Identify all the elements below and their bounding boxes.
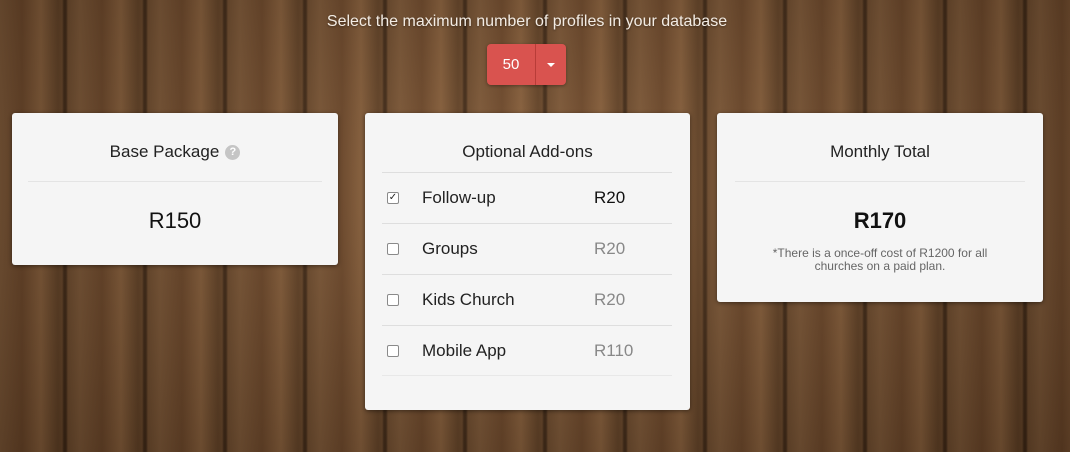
- base-package-heading: Base Package ?: [12, 142, 338, 162]
- addon-list: ✓ Follow-up R20 Groups R20 Kids Church R…: [382, 172, 672, 376]
- monthly-total-price: R170: [853, 208, 907, 233]
- once-off-cost-note: *There is a once-off cost of R1200 for a…: [772, 246, 988, 273]
- mobile-app-checkbox[interactable]: [387, 344, 399, 357]
- addon-price: R20: [594, 188, 626, 207]
- base-package-price: R150: [148, 208, 202, 233]
- profiles-prompt: Select the maximum number of profiles in…: [326, 13, 728, 30]
- addon-price: R20: [594, 239, 626, 258]
- addon-row-follow-up[interactable]: ✓ Follow-up R20: [382, 172, 672, 223]
- addon-row-mobile-app[interactable]: Mobile App R110: [382, 325, 672, 376]
- addon-price: R20: [594, 290, 626, 309]
- addon-name: Groups: [422, 239, 478, 258]
- base-package-title: Base Package: [109, 142, 220, 161]
- dropdown-toggle-button[interactable]: [536, 44, 566, 85]
- addon-price: R110: [594, 340, 634, 360]
- addon-row-groups[interactable]: Groups R20: [382, 223, 672, 274]
- groups-checkbox[interactable]: [387, 243, 399, 255]
- caret-down-icon: [547, 62, 555, 67]
- addon-name: Kids Church: [422, 290, 515, 309]
- divider: [735, 181, 1025, 182]
- divider: [28, 181, 322, 182]
- kids-church-checkbox[interactable]: [387, 294, 399, 306]
- addon-name: Mobile App: [422, 340, 507, 360]
- monthly-total-card: Monthly Total R170 *There is a once-off …: [717, 113, 1043, 302]
- addon-row-kids-church[interactable]: Kids Church R20: [382, 274, 672, 325]
- follow-up-checkbox[interactable]: ✓: [387, 192, 399, 204]
- profile-limit-value[interactable]: 50: [487, 44, 536, 85]
- profile-limit-select[interactable]: 50: [487, 44, 566, 85]
- help-icon[interactable]: ?: [225, 144, 241, 160]
- monthly-total-title: Monthly Total: [830, 142, 930, 161]
- addons-card: Optional Add-ons ✓ Follow-up R20 Groups …: [365, 113, 690, 410]
- base-package-card: Base Package ? R150: [12, 113, 338, 265]
- addons-title: Optional Add-ons: [462, 142, 593, 161]
- addon-name: Follow-up: [422, 188, 496, 207]
